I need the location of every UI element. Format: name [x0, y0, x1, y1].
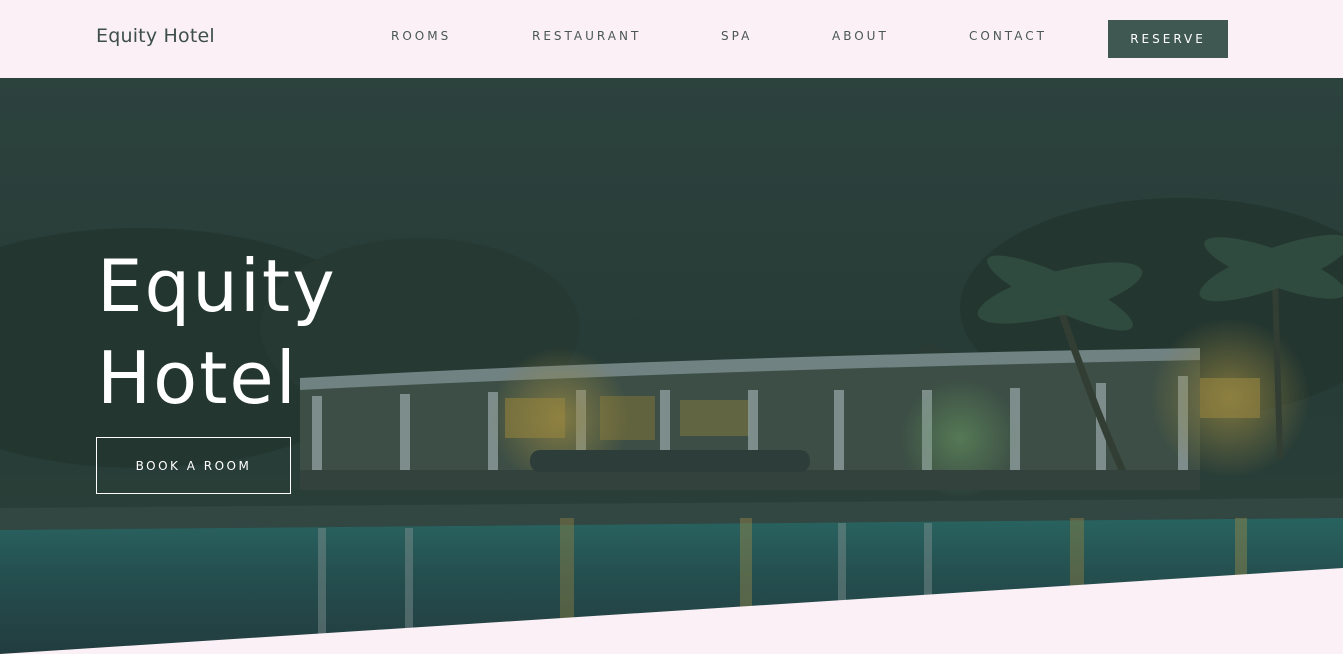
nav-contact[interactable]: CONTACT: [969, 29, 1047, 43]
hero-title-line2: Hotel: [97, 336, 298, 420]
hero-section: Equity Hotel BOOK A ROOM: [0, 78, 1343, 654]
book-room-button[interactable]: BOOK A ROOM: [96, 437, 291, 494]
reserve-button[interactable]: RESERVE: [1108, 20, 1228, 58]
nav-spa[interactable]: SPA: [721, 29, 752, 43]
hero-title: Equity Hotel: [97, 240, 337, 424]
hero-title-line1: Equity: [97, 244, 337, 328]
nav-about[interactable]: ABOUT: [832, 29, 889, 43]
brand-logo[interactable]: Equity Hotel: [96, 25, 215, 47]
site-header: Equity Hotel ROOMS RESTAURANT SPA ABOUT …: [0, 0, 1343, 78]
nav-rooms[interactable]: ROOMS: [391, 29, 451, 43]
nav-restaurant[interactable]: RESTAURANT: [532, 29, 641, 43]
